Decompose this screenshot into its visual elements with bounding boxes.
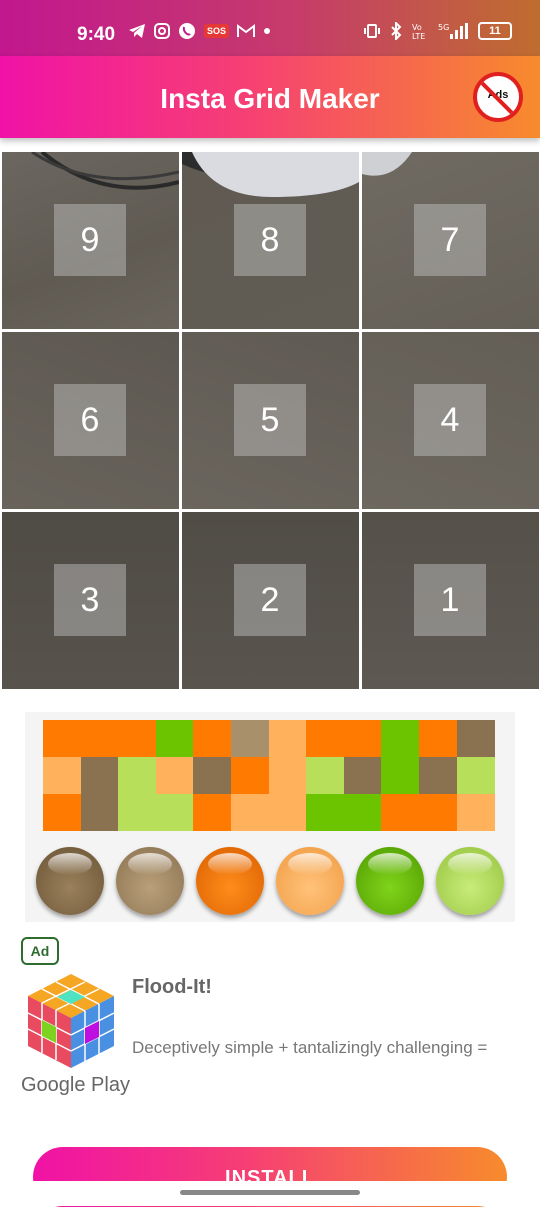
grid-tile-number: 6 [54, 384, 126, 456]
status-time: 9:40 [77, 24, 116, 45]
grid-tile[interactable]: 6 [2, 332, 179, 509]
board-square [155, 720, 194, 757]
board-square [343, 720, 382, 757]
board-square [381, 794, 420, 831]
board-square [306, 757, 345, 794]
status-bar: 9:40 SOS Vo LTE 5G 11 [0, 0, 540, 56]
vibrate-icon [364, 24, 380, 38]
color-ball [36, 847, 104, 915]
board-square [343, 757, 382, 794]
image-grid: 9 8 7 6 5 4 3 2 1 [0, 150, 540, 690]
board-square [193, 757, 232, 794]
board-square [456, 794, 495, 831]
cable-decoration [31, 152, 179, 190]
ad-title[interactable]: Flood-It! [132, 976, 212, 999]
grid-tile[interactable]: 4 [362, 332, 539, 509]
board-square [381, 720, 420, 757]
grid-tile[interactable]: 8 [182, 152, 359, 329]
notification-icons: SOS [128, 22, 271, 40]
color-ball [276, 847, 344, 915]
grid-tile[interactable]: 1 [362, 512, 539, 689]
board-square [118, 757, 157, 794]
color-ball [356, 847, 424, 915]
system-icons: Vo LTE 5G 11 [364, 22, 512, 40]
battery-icon: 11 [478, 22, 512, 40]
board-square [193, 794, 232, 831]
board-square [80, 757, 119, 794]
board-square [155, 757, 194, 794]
home-indicator[interactable] [180, 1190, 360, 1195]
board-square [43, 794, 81, 831]
board-square [456, 757, 495, 794]
ad-description: Deceptively simple + tantalizingly chall… [132, 1038, 488, 1057]
board-square [43, 757, 81, 794]
volte-icon: VoLTE [412, 23, 425, 40]
board-square [231, 757, 269, 794]
board-square [268, 757, 307, 794]
grid-tile[interactable]: 9 [2, 152, 179, 329]
board-square [231, 720, 269, 757]
grid-tile-number: 7 [414, 204, 486, 276]
board-square [118, 794, 157, 831]
board-square [43, 720, 81, 757]
board-square [419, 720, 457, 757]
grid-tile-number: 5 [234, 384, 306, 456]
ad-badge: Ad [21, 937, 59, 965]
app-bar: Insta Grid Maker Ads [0, 56, 540, 138]
color-ball [436, 847, 504, 915]
svg-text:5G: 5G [438, 23, 449, 32]
grid-tile-number: 1 [414, 564, 486, 636]
grid-tile[interactable]: 3 [2, 512, 179, 689]
board-square [80, 794, 119, 831]
board-square [80, 720, 119, 757]
grid-tile-number: 9 [54, 204, 126, 276]
flood-it-board [43, 720, 495, 832]
board-square [419, 794, 457, 831]
board-square [193, 720, 232, 757]
grid-tile-number: 2 [234, 564, 306, 636]
5g-signal-icon: 5G [438, 23, 468, 39]
whatsapp-icon [179, 23, 195, 39]
grid-tile[interactable]: 2 [182, 512, 359, 689]
grid-tile-number: 4 [414, 384, 486, 456]
color-ball [196, 847, 264, 915]
ad-image[interactable] [25, 712, 515, 922]
device-decoration [182, 152, 359, 197]
board-square [268, 794, 307, 831]
board-square [343, 794, 382, 831]
dot-icon [264, 28, 271, 34]
remove-ads-button[interactable]: Ads [473, 72, 523, 122]
grid-tile-number: 8 [234, 204, 306, 276]
board-square [456, 720, 495, 757]
svg-text:LTE: LTE [412, 32, 425, 40]
board-square [268, 720, 307, 757]
board-square [231, 794, 269, 831]
board-square [118, 720, 157, 757]
bluetooth-icon [391, 22, 402, 40]
grid-tile-number: 3 [54, 564, 126, 636]
svg-text:Vo: Vo [412, 23, 422, 32]
board-square [155, 794, 194, 831]
board-square [306, 794, 345, 831]
grid-tile[interactable]: 5 [182, 332, 359, 509]
app-cube-icon[interactable] [26, 972, 116, 1070]
ad-store-label: Google Play [21, 1074, 130, 1096]
page-title: Insta Grid Maker [160, 83, 380, 114]
board-square [381, 757, 420, 794]
telegram-icon [129, 24, 145, 38]
board-square [419, 757, 457, 794]
color-ball [116, 847, 184, 915]
board-square [306, 720, 345, 757]
sos-icon: SOS [204, 24, 230, 38]
grid-tile[interactable]: 7 [362, 152, 539, 329]
instagram-icon [154, 23, 170, 39]
device-decoration [362, 152, 412, 176]
gmail-icon [237, 24, 256, 37]
